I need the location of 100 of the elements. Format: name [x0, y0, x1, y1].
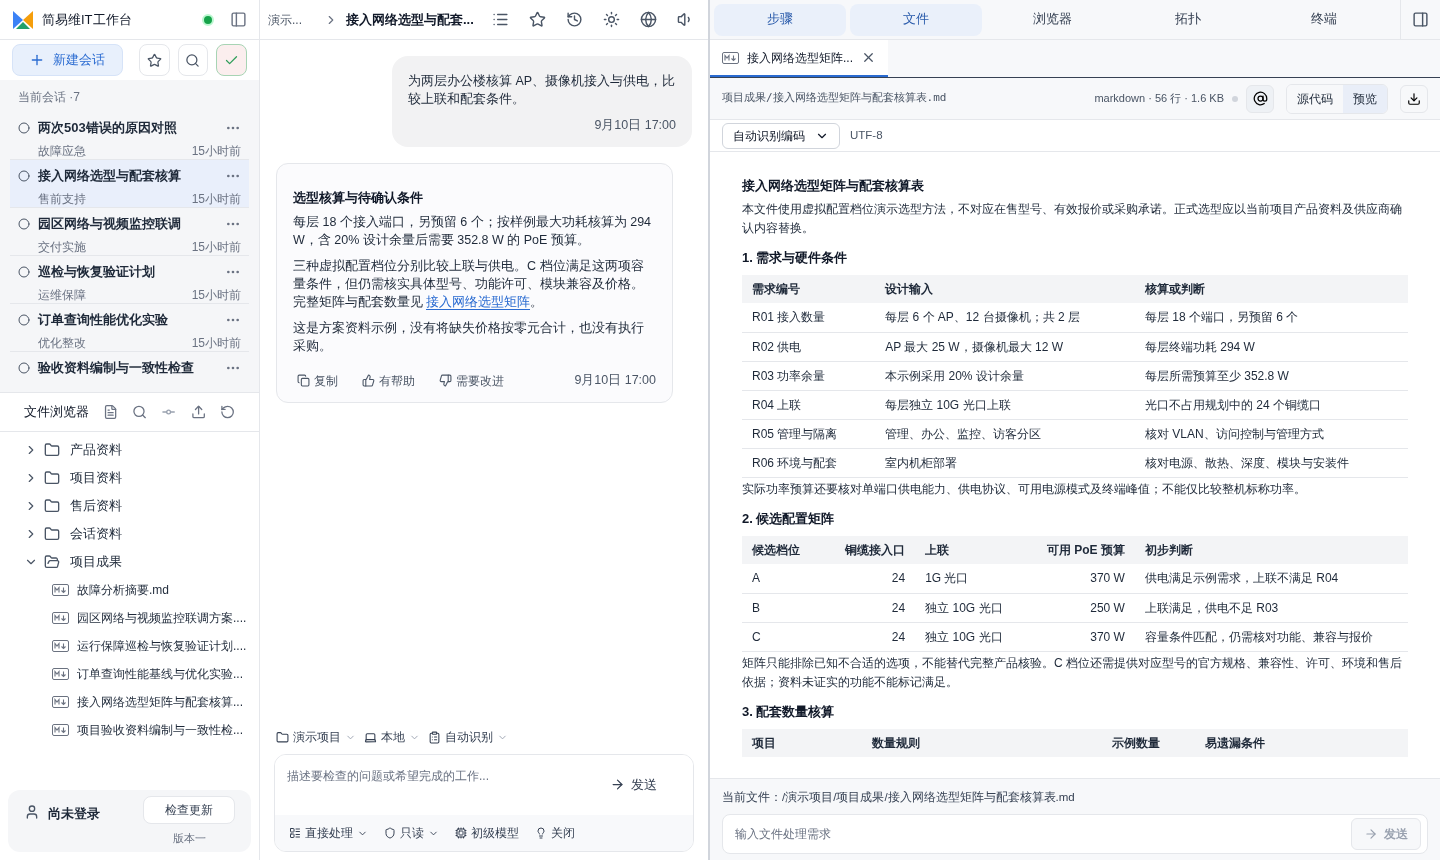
- markdown-file-icon: [722, 51, 739, 64]
- history-icon[interactable]: [566, 11, 583, 28]
- file-tab[interactable]: 接入网络选型矩阵...: [710, 40, 888, 77]
- file-item[interactable]: 运行保障巡检与恢复验证计划....: [0, 632, 259, 660]
- table-cell: 管理、办公、监控、访客分区: [875, 419, 1135, 448]
- file-item[interactable]: 故障分析摘要.md: [0, 576, 259, 604]
- table-cell: 每层终端功耗 294 W: [1134, 332, 1408, 361]
- panel-tab[interactable]: 文件: [850, 3, 982, 36]
- radio-icon: [18, 121, 30, 134]
- panel-tab[interactable]: 步骤: [714, 3, 846, 36]
- upload-icon[interactable]: [190, 404, 206, 420]
- session-category: 交付实施: [38, 238, 86, 256]
- table-cell: 独立 10G 光口: [915, 622, 1036, 651]
- folder-item[interactable]: 产品资料: [0, 436, 259, 464]
- sun-icon[interactable]: [603, 11, 620, 28]
- table-cell: 24: [828, 593, 916, 622]
- folder-icon: [44, 526, 60, 542]
- markdown-file-icon: [52, 584, 69, 596]
- folder-icon: [44, 470, 60, 486]
- file-item[interactable]: 订单查询性能基线与优化实验...: [0, 660, 259, 688]
- search-icon[interactable]: [132, 404, 148, 420]
- check-button[interactable]: [216, 44, 247, 76]
- table-cell: 370 W: [1035, 622, 1135, 651]
- session-time: 15小时前: [191, 286, 241, 304]
- option-selector[interactable]: 只读: [384, 824, 439, 842]
- file-item[interactable]: 项目验收资料编制与一致性检...: [0, 716, 259, 744]
- message-action[interactable]: 复制: [297, 371, 338, 390]
- view-mode-toggle[interactable]: 预览: [1343, 84, 1387, 113]
- panel-tab[interactable]: 浏览器: [986, 3, 1118, 36]
- panel-tab[interactable]: 拓扑: [1122, 3, 1254, 36]
- radio-icon: [18, 169, 30, 182]
- session-title: 订单查询性能优化实验: [38, 311, 168, 329]
- session-time: 15小时前: [191, 334, 241, 352]
- file-item[interactable]: 园区网络与视频监控联调方案....: [0, 604, 259, 632]
- sidebar-toggle-icon[interactable]: [230, 11, 247, 28]
- list-icon[interactable]: [492, 11, 509, 28]
- check-update-button[interactable]: 检查更新: [143, 796, 235, 824]
- table-cell: 供电满足示例需求，上联不满足 R04: [1134, 564, 1408, 593]
- table-cell: AP 最大 25 W，摄像机最大 12 W: [875, 332, 1135, 361]
- session-item[interactable]: 验收资料编制与一致性检查: [10, 352, 249, 392]
- encoding-select[interactable]: 自动识别编码: [722, 122, 840, 149]
- arrow-right-icon: [610, 777, 625, 793]
- panel-toggle-icon[interactable]: [1412, 11, 1429, 28]
- table-cell: 上联满足，供电不足 R03: [1134, 593, 1408, 622]
- folder-item[interactable]: 会话资料: [0, 520, 259, 548]
- radio-icon: [18, 313, 30, 326]
- context-selector[interactable]: 自动识别: [428, 728, 508, 746]
- download-button[interactable]: [1400, 84, 1428, 113]
- folder-item[interactable]: 项目成果: [0, 548, 259, 576]
- markdown-file-icon: [52, 640, 69, 652]
- new-chat-button[interactable]: 新建会话: [12, 44, 123, 76]
- refresh-icon[interactable]: [219, 404, 235, 420]
- session-title: 验收资料编制与一致性检查: [38, 359, 194, 377]
- table-cell: 每层 6 个 AP、12 台摄像机；共 2 层: [875, 303, 1135, 332]
- folder-item[interactable]: 售后资料: [0, 492, 259, 520]
- table-cell: C: [742, 622, 829, 651]
- message-input[interactable]: 描述要检查的问题或希望完成的工作...: [287, 767, 610, 785]
- star-icon[interactable]: [529, 11, 546, 28]
- radio-icon: [18, 217, 30, 230]
- section-heading: 2. 候选配置矩阵: [742, 509, 836, 528]
- section-heading: 3. 配套数量核算: [742, 702, 836, 721]
- option-selector[interactable]: 关闭: [535, 824, 575, 842]
- user-icon: [24, 804, 40, 820]
- globe-icon[interactable]: [640, 11, 657, 28]
- favorites-button[interactable]: [138, 44, 170, 76]
- message-action[interactable]: 有帮助: [362, 371, 415, 390]
- app-logo-icon: [12, 8, 34, 31]
- table-cell: 室内机柜部署: [875, 448, 1135, 477]
- panel-tab[interactable]: 终端: [1258, 3, 1390, 36]
- copy-icon: [297, 374, 310, 388]
- detected-encoding: UTF-8: [850, 127, 883, 143]
- option-selector[interactable]: 初级模型: [455, 824, 519, 842]
- context-selector[interactable]: 本地: [364, 728, 420, 746]
- close-icon[interactable]: [861, 50, 876, 65]
- breadcrumb-item[interactable]: 演示...: [268, 10, 316, 29]
- mention-button[interactable]: [1246, 84, 1274, 113]
- message-action[interactable]: 需要改进: [439, 371, 504, 390]
- folder-item[interactable]: 项目资料: [0, 464, 259, 492]
- session-item[interactable]: 订单查询性能优化实验 优化整改 15小时前: [10, 304, 249, 352]
- search-icon: [185, 52, 201, 68]
- column-header: 可用 PoE 预算: [1035, 536, 1135, 564]
- document-link[interactable]: 接入网络选型矩阵: [426, 295, 531, 311]
- session-item[interactable]: 园区网络与视频监控联调 交付实施 15小时前: [10, 208, 249, 256]
- session-item[interactable]: 接入网络选型与配套核算 售前支持 15小时前: [10, 160, 249, 208]
- context-selector[interactable]: 演示项目: [276, 728, 356, 746]
- table-cell: R04 上联: [742, 390, 876, 419]
- file-item[interactable]: 接入网络选型矩阵与配套核算...: [0, 688, 259, 716]
- column-header: 项目: [742, 729, 862, 757]
- table-cell: 本示例采用 20% 设计余量: [875, 361, 1135, 390]
- version-label: 版本一: [172, 831, 206, 846]
- session-item[interactable]: 巡检与恢复验证计划 运维保障 15小时前: [10, 256, 249, 304]
- option-selector[interactable]: 直接处理: [289, 824, 368, 842]
- download-icon: [1407, 91, 1421, 106]
- at-sign-icon: [1252, 91, 1268, 106]
- table-cell: R05 管理与隔离: [742, 419, 876, 448]
- send-button[interactable]: 发送: [610, 775, 657, 795]
- message-paragraph: 这是方案资料示例，没有将缺失价格按零元合计，也没有执行采购。: [293, 320, 645, 356]
- markdown-file-icon: [52, 612, 69, 624]
- search-button[interactable]: [177, 44, 209, 76]
- document-icon[interactable]: [103, 404, 119, 420]
